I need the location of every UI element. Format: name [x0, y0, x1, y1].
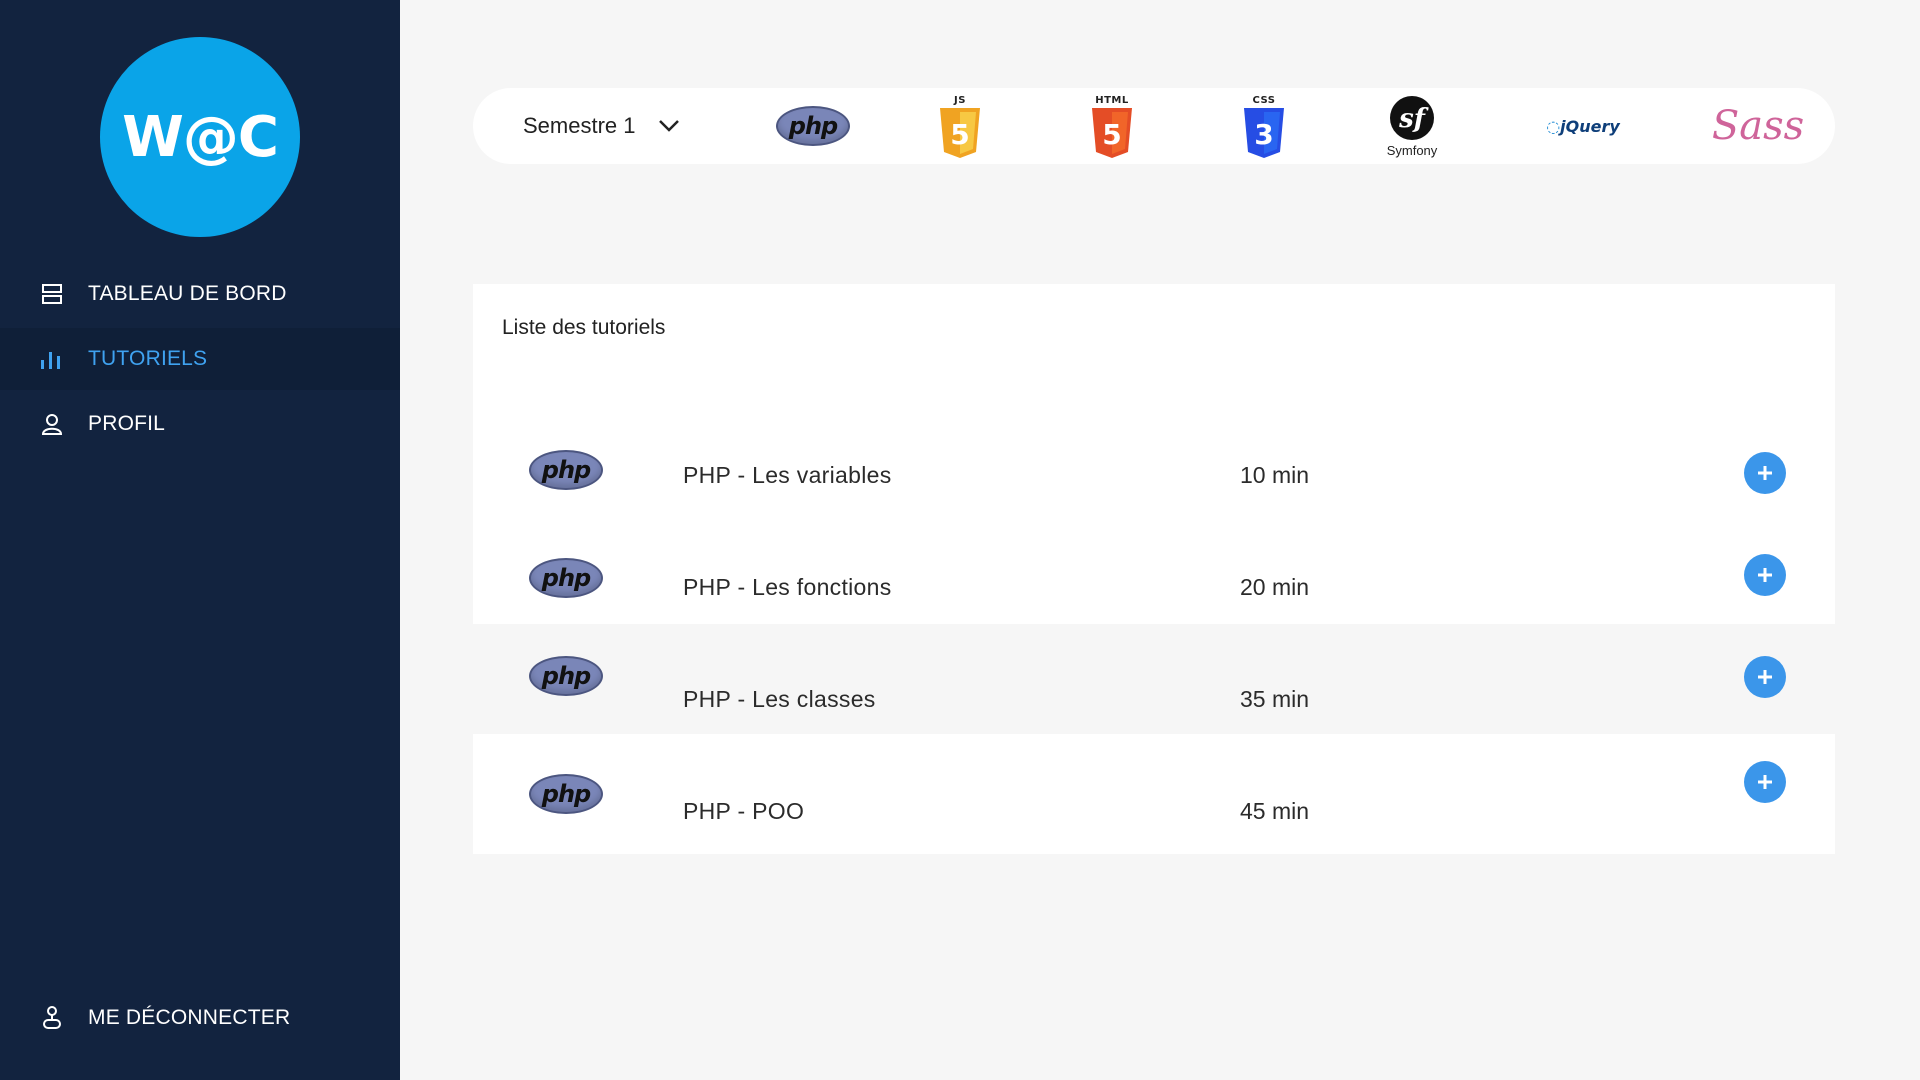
logout-icon — [38, 1004, 66, 1032]
symfony-logo-icon: sf Symfony — [1387, 95, 1437, 158]
php-logo-icon: php — [529, 656, 603, 696]
tutorial-duration: 35 min — [1240, 686, 1310, 712]
php-logo-icon: php — [529, 558, 603, 598]
plus-icon — [1758, 466, 1772, 480]
sidebar: W@C TABLEAU DE BORD TUTORIELS PROFIL ME … — [0, 0, 400, 1080]
tech-symfony[interactable]: sf Symfony — [1377, 88, 1447, 164]
user-icon — [38, 410, 66, 438]
tech-js[interactable]: JS 5 — [935, 88, 985, 164]
tutorial-title: PHP - Les fonctions — [683, 574, 892, 600]
bar-chart-icon — [38, 345, 66, 373]
svg-text:sf: sf — [1398, 104, 1429, 134]
sidebar-item-label: PROFIL — [88, 412, 166, 435]
tech-sass[interactable]: Sass — [1711, 88, 1805, 164]
plus-icon — [1758, 568, 1772, 582]
tutorial-list-panel: Liste des tutoriels — [473, 284, 1835, 418]
semester-dropdown[interactable]: Semestre 1 — [523, 88, 680, 164]
technology-filter-bar: Semestre 1 php JS 5 HTML 5 CSS 3 sf Symf… — [473, 88, 1835, 164]
sidebar-item-profil[interactable]: PROFIL — [0, 393, 400, 455]
table-row: php PHP - POO 45 min — [473, 734, 1835, 854]
dashboard-icon — [38, 280, 66, 308]
sidebar-item-label: TABLEAU DE BORD — [88, 282, 287, 305]
table-row: php PHP - Les classes 35 min — [473, 624, 1835, 734]
logo-text: W@C — [122, 104, 279, 170]
chevron-down-icon — [658, 113, 680, 139]
add-button[interactable] — [1744, 554, 1786, 596]
add-button[interactable] — [1744, 452, 1786, 494]
tutorial-duration: 45 min — [1240, 798, 1310, 824]
tech-php[interactable]: php — [773, 88, 853, 164]
wac-logo[interactable]: W@C — [100, 37, 300, 237]
php-logo-icon: php — [776, 106, 850, 146]
add-button[interactable] — [1744, 761, 1786, 803]
tutorial-duration: 10 min — [1240, 462, 1310, 488]
svg-text:5: 5 — [1102, 118, 1121, 151]
tutorial-duration: 20 min — [1240, 574, 1310, 600]
sass-logo-icon: Sass — [1711, 103, 1805, 149]
tutorial-title: PHP - POO — [683, 798, 805, 824]
svg-text:5: 5 — [950, 118, 969, 151]
sidebar-item-dashboard[interactable]: TABLEAU DE BORD — [0, 263, 400, 325]
logout-label: ME DÉCONNECTER — [88, 1006, 291, 1029]
sidebar-item-label: TUTORIELS — [88, 347, 208, 370]
php-logo-icon: php — [529, 774, 603, 814]
plus-icon — [1758, 775, 1772, 789]
html5-logo-icon: HTML 5 — [1090, 95, 1134, 158]
table-row: php PHP - Les variables 10 min — [473, 418, 1835, 528]
css3-logo-icon: CSS 3 — [1242, 95, 1286, 158]
plus-icon — [1758, 670, 1772, 684]
sidebar-item-tutoriels[interactable]: TUTORIELS — [0, 328, 400, 390]
svg-text:3: 3 — [1254, 118, 1273, 151]
semester-value: Semestre 1 — [523, 113, 636, 138]
table-row: php PHP - Les fonctions 20 min — [473, 528, 1835, 624]
tech-html[interactable]: HTML 5 — [1087, 88, 1137, 164]
tech-css[interactable]: CSS 3 — [1239, 88, 1289, 164]
jquery-logo-icon: ◌jQuery — [1546, 116, 1620, 136]
panel-title: Liste des tutoriels — [502, 316, 666, 339]
js-logo-icon: JS 5 — [938, 95, 982, 158]
tutorial-title: PHP - Les classes — [683, 686, 876, 712]
add-button[interactable] — [1744, 656, 1786, 698]
tech-jquery[interactable]: ◌jQuery — [1538, 88, 1628, 164]
logout-button[interactable]: ME DÉCONNECTER — [0, 987, 400, 1049]
tutorial-title: PHP - Les variables — [683, 462, 892, 488]
php-logo-icon: php — [529, 450, 603, 490]
